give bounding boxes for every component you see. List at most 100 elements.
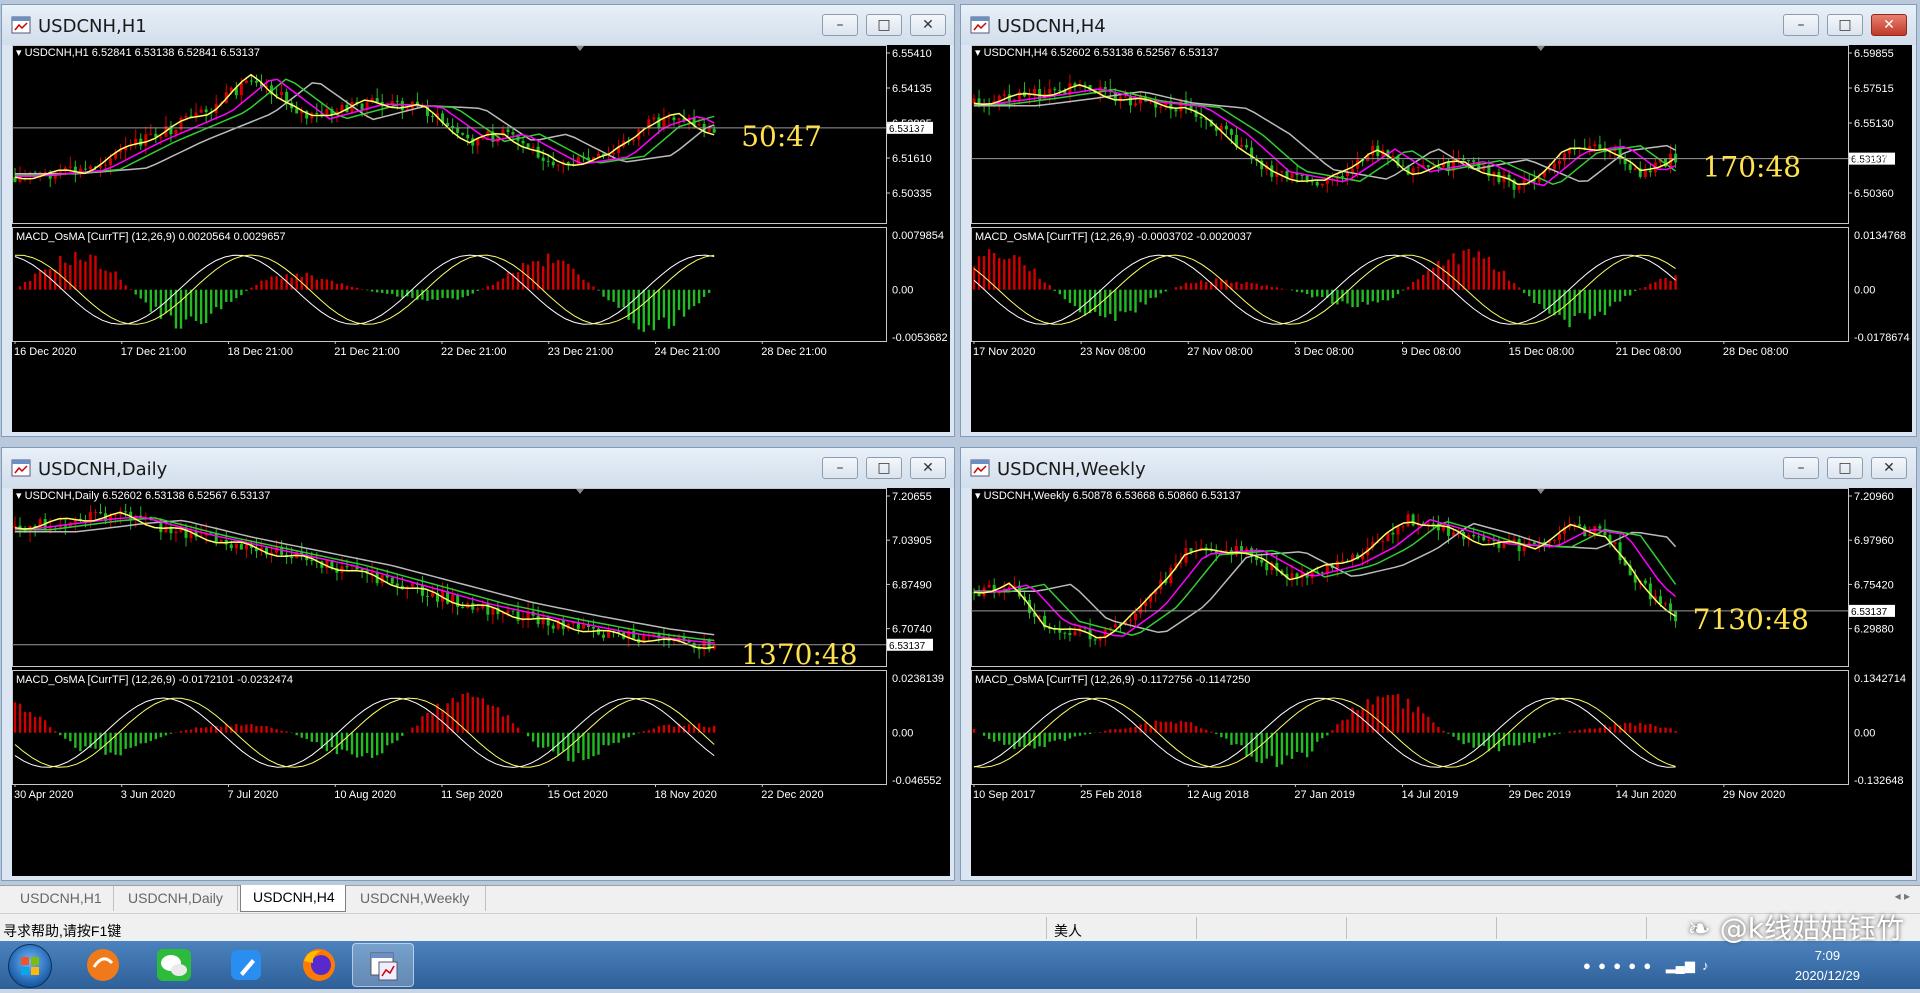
tray-app-icon[interactable]: ● (1643, 958, 1651, 973)
osma-bar (1473, 257, 1475, 289)
price-chart-svg[interactable]: ▾ USDCNH,H4 6.52602 6.53138 6.52567 6.53… (971, 45, 1914, 434)
candle (1124, 97, 1127, 98)
chart-shift-marker-icon[interactable] (576, 489, 584, 494)
chevron-left-icon[interactable]: ◂ (1895, 889, 1901, 903)
osma-bar (1377, 696, 1379, 732)
chart-window-weekly[interactable]: USDCNH,Weekly – □ ✕ ▾ USDCNH,Weekly 6.50… (960, 447, 1917, 881)
time-axis-label: 29 Nov 2020 (1723, 789, 1785, 801)
maximize-button[interactable]: □ (866, 14, 902, 36)
candle (1553, 164, 1556, 169)
tab-usdcnh-h4[interactable]: USDCNH,H4 (240, 885, 346, 912)
osma-bar (386, 733, 388, 746)
close-button[interactable]: ✕ (1871, 457, 1907, 479)
candle (1472, 535, 1475, 536)
osma-bar (633, 290, 635, 324)
system-tray-icons[interactable]: ● ● ● ● ● ▂▄▆ ♪ (1583, 958, 1709, 974)
tray-app-icon[interactable]: ● (1598, 958, 1606, 973)
osma-bar (658, 290, 660, 320)
tab-scroll-arrows[interactable]: ◂ ▸ (1895, 889, 1910, 903)
close-button[interactable]: ✕ (910, 457, 946, 479)
start-button[interactable] (8, 944, 52, 988)
maximize-icon: □ (877, 460, 890, 476)
osma-bar (713, 726, 715, 733)
chart-window-h1[interactable]: USDCNH,H1 – □ ✕ ▾ USDCNH,H1 6.52841 6.53… (1, 4, 955, 437)
tray-app-icon[interactable]: ● (1583, 958, 1591, 973)
macd-tick-label: -0.0053682 (892, 332, 948, 344)
close-button[interactable]: ✕ (1871, 14, 1907, 36)
osma-bar (1049, 285, 1051, 290)
osma-bar (1074, 733, 1076, 737)
taskbar-firefox[interactable] (288, 943, 350, 987)
taskbar-wechat[interactable] (144, 943, 206, 987)
price-chart-svg[interactable]: ▾ USDCNH,Weekly 6.50878 6.53668 6.50860 … (971, 488, 1914, 878)
chart-canvas[interactable]: ▾ USDCNH,Daily 6.52602 6.53138 6.52567 6… (12, 488, 950, 876)
osma-bar (119, 733, 121, 756)
chart-window-h4[interactable]: USDCNH,H4 – □ ✕ ▾ USDCNH,H4 6.52602 6.53… (960, 4, 1917, 437)
maximize-button[interactable]: □ (1827, 457, 1863, 479)
candle (1296, 573, 1299, 577)
close-icon: ✕ (1883, 17, 1895, 33)
osma-bar (557, 260, 559, 290)
osma-bar (1594, 290, 1596, 316)
candle (978, 593, 981, 596)
minimize-button[interactable]: – (822, 14, 858, 36)
osma-bar (195, 727, 197, 732)
osma-bar (592, 287, 594, 290)
osma-bar (622, 290, 624, 308)
osma-bar (1336, 290, 1338, 305)
candle (1225, 126, 1228, 129)
taskbar-metatrader[interactable] (352, 943, 414, 987)
volume-icon[interactable]: ♪ (1702, 958, 1709, 973)
osma-bar (175, 290, 177, 329)
window-titlebar[interactable]: USDCNH,H1 – □ ✕ (2, 5, 954, 45)
tray-app-icon[interactable]: ● (1628, 958, 1636, 973)
chart-canvas[interactable]: ▾ USDCNH,H4 6.52602 6.53138 6.52567 6.53… (971, 45, 1912, 432)
candle (1306, 176, 1309, 181)
taskbar-app-1[interactable] (72, 943, 134, 987)
osma-bar (1018, 257, 1020, 290)
osma-bar (602, 733, 604, 745)
chart-canvas[interactable]: ▾ USDCNH,H1 6.52841 6.53138 6.52841 6.53… (12, 45, 950, 432)
osma-bar (150, 733, 152, 741)
candle (1321, 184, 1324, 186)
osma-bar (673, 290, 675, 326)
window-titlebar[interactable]: USDCNH,H4 – □ ✕ (961, 5, 1916, 45)
candle (1523, 546, 1526, 551)
chart-window-daily[interactable]: USDCNH,Daily – □ ✕ ▾ USDCNH,Daily 6.5260… (1, 447, 955, 881)
osma-bar (109, 272, 111, 289)
osma-bar (1190, 722, 1192, 732)
osma-bar (295, 733, 297, 736)
chevron-right-icon[interactable]: ▸ (1904, 889, 1910, 903)
chart-shift-marker-icon[interactable] (1537, 46, 1545, 51)
osma-bar (371, 290, 373, 292)
window-titlebar[interactable]: USDCNH,Weekly – □ ✕ (961, 448, 1916, 488)
osma-bar (668, 290, 670, 329)
tray-app-icon[interactable]: ● (1613, 958, 1621, 973)
osma-bar (552, 263, 554, 290)
minimize-button[interactable]: – (1783, 14, 1819, 36)
chart-shift-marker-icon[interactable] (576, 46, 584, 51)
price-chart-svg[interactable]: ▾ USDCNH,Daily 6.52602 6.53138 6.52567 6… (12, 488, 952, 878)
network-icon[interactable]: ▂▄▆ (1666, 958, 1695, 973)
tab-usdcnh-daily[interactable]: USDCNH,Daily (116, 886, 238, 911)
chart-canvas[interactable]: ▾ USDCNH,Weekly 6.50878 6.53668 6.50860 … (971, 488, 1912, 876)
window-titlebar[interactable]: USDCNH,Daily – □ ✕ (2, 448, 954, 488)
osma-bar (1261, 733, 1263, 763)
tab-usdcnh-h1[interactable]: USDCNH,H1 (8, 886, 114, 911)
maximize-button[interactable]: □ (1827, 14, 1863, 36)
chart-shift-marker-icon[interactable] (1537, 489, 1545, 494)
maximize-button[interactable]: □ (866, 457, 902, 479)
close-button[interactable]: ✕ (910, 14, 946, 36)
tab-usdcnh-weekly[interactable]: USDCNH,Weekly (348, 886, 486, 911)
osma-bar (1604, 290, 1606, 315)
candle (396, 584, 399, 586)
tray-clock[interactable]: 7:09 2020/12/29 (1795, 946, 1860, 986)
candle (522, 141, 525, 144)
taskbar-notes[interactable] (216, 943, 278, 987)
macd-tick-label: -0.046552 (892, 775, 942, 787)
candle (537, 616, 540, 625)
minimize-button[interactable]: – (1783, 457, 1819, 479)
price-chart-svg[interactable]: ▾ USDCNH,H1 6.52841 6.53138 6.52841 6.53… (12, 45, 952, 434)
minimize-button[interactable]: – (822, 457, 858, 479)
osma-bar (1619, 290, 1621, 302)
